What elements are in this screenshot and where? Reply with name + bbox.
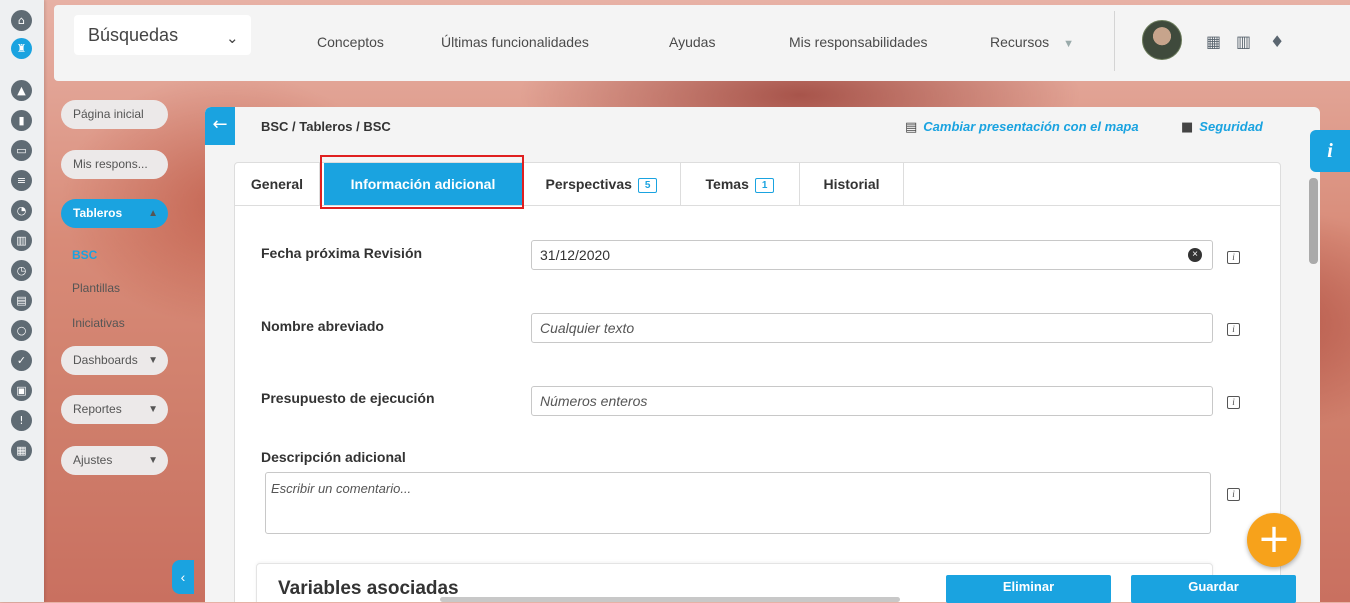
divider bbox=[1114, 11, 1115, 71]
info-icon[interactable]: i bbox=[1227, 488, 1240, 501]
sidebar-item-dashboards[interactable]: Dashboards ▼ bbox=[61, 346, 168, 375]
presupuesto-field[interactable]: Números enteros bbox=[531, 386, 1213, 416]
sidebar-sub-iniciativas[interactable]: Iniciativas bbox=[72, 316, 125, 330]
check-icon[interactable]: ✓ bbox=[11, 350, 32, 371]
sidebar-item-label: Página inicial bbox=[73, 107, 144, 121]
calendar-icon[interactable]: ▦ bbox=[11, 440, 32, 461]
caret-down-icon: ▼ bbox=[148, 404, 158, 415]
info-panel-toggle[interactable]: i bbox=[1310, 130, 1350, 172]
search-dropdown[interactable]: Búsquedas bbox=[74, 15, 251, 55]
tab-general[interactable]: General bbox=[235, 163, 320, 205]
info-icon[interactable]: i bbox=[1227, 251, 1240, 264]
briefcase-icon[interactable]: ▣ bbox=[11, 380, 32, 401]
nombre-label: Nombre abreviado bbox=[261, 318, 384, 334]
count-badge: 1 bbox=[754, 178, 775, 193]
sidebar-item-label: Mis respons... bbox=[73, 157, 148, 171]
fecha-field[interactable]: 31/12/2020 × bbox=[531, 240, 1213, 270]
nav-conceptos[interactable]: Conceptos bbox=[317, 34, 384, 50]
books-icon[interactable]: ▥ bbox=[11, 230, 32, 251]
search-label: Búsquedas bbox=[88, 25, 179, 45]
sidebar-item-label: Dashboards bbox=[73, 353, 138, 367]
sidebar-item-reportes[interactable]: Reportes ▼ bbox=[61, 395, 168, 424]
scrollbar-thumb[interactable] bbox=[1309, 178, 1318, 264]
castle-icon[interactable]: ♜ bbox=[11, 38, 32, 59]
document-icon[interactable]: ▤ bbox=[11, 290, 32, 311]
books-icon[interactable]: ▥ bbox=[1236, 32, 1251, 51]
nav-recursos-label: Recursos bbox=[990, 34, 1050, 50]
tab-label: Perspectivas bbox=[545, 176, 632, 192]
tab-perspectivas[interactable]: Perspectivas 5 bbox=[523, 163, 681, 205]
sidebar-item-label: Tableros bbox=[73, 206, 123, 220]
lock-icon: ■ bbox=[1181, 120, 1194, 135]
highlight-box bbox=[320, 155, 524, 209]
security-link[interactable]: ■ Seguridad bbox=[1181, 119, 1263, 135]
collapse-sidebar-button[interactable]: ‹ bbox=[172, 560, 194, 594]
avatar[interactable] bbox=[1142, 20, 1182, 60]
tab-historial[interactable]: Historial bbox=[800, 163, 904, 205]
monitor-icon[interactable]: ▭ bbox=[11, 140, 32, 161]
info-icon[interactable]: i bbox=[1227, 396, 1240, 409]
map-presentation-label: Cambiar presentación con el mapa bbox=[923, 119, 1139, 134]
horizontal-scrollbar[interactable] bbox=[440, 597, 900, 602]
fecha-value: 31/12/2020 bbox=[540, 247, 611, 263]
sidebar-item-label: Reportes bbox=[73, 402, 122, 416]
security-label: Seguridad bbox=[1199, 119, 1263, 134]
nombre-field[interactable]: Cualquier texto bbox=[531, 313, 1213, 343]
icon-sidebar: ⌂ ♜ ▲ ▮ ▭ ≡ ◔ ▥ ◷ ▤ ○ ✓ ▣ ! ▦ bbox=[0, 0, 44, 602]
nav-mis-responsabilidades[interactable]: Mis responsabilidades bbox=[789, 34, 928, 50]
sidebar-item-tableros[interactable]: Tableros ▲ bbox=[61, 199, 168, 228]
nav-recursos[interactable]: Recursos ▼ bbox=[990, 34, 1074, 50]
breadcrumb: BSC / Tableros / BSC bbox=[261, 119, 391, 134]
sidebar-sub-plantillas[interactable]: Plantillas bbox=[72, 281, 120, 295]
descripcion-textarea[interactable]: Escribir un comentario... bbox=[265, 472, 1211, 534]
caret-down-icon: ▼ bbox=[148, 455, 158, 466]
clear-icon[interactable]: × bbox=[1188, 248, 1202, 262]
triangle-icon[interactable]: ▲ bbox=[11, 80, 32, 101]
info-icon[interactable]: i bbox=[1227, 323, 1240, 336]
caret-down-icon: ▼ bbox=[1063, 38, 1075, 50]
eliminar-button[interactable]: Eliminar bbox=[946, 575, 1111, 603]
pie-chart-icon[interactable]: ◔ bbox=[11, 200, 32, 221]
caret-down-icon: ▼ bbox=[148, 355, 158, 366]
caret-up-icon: ▲ bbox=[148, 208, 158, 219]
sidebar-item-mis-responsabilidades[interactable]: Mis respons... bbox=[61, 150, 168, 179]
sidebar-sub-bsc[interactable]: BSC bbox=[72, 248, 97, 262]
top-bar: Búsquedas ⌄ Conceptos Últimas funcionali… bbox=[54, 5, 1350, 81]
variables-title: Variables asociadas bbox=[278, 578, 459, 599]
nav-ayudas[interactable]: Ayudas bbox=[669, 34, 715, 50]
document-list-icon: ▤ bbox=[905, 120, 918, 135]
back-arrow-icon[interactable]: ← bbox=[205, 107, 235, 145]
sidebar-item-pagina-inicial[interactable]: Página inicial bbox=[61, 100, 168, 129]
nav-ultimas-funcionalidades[interactable]: Últimas funcionalidades bbox=[441, 34, 589, 50]
bar-chart-icon[interactable]: ▮ bbox=[11, 110, 32, 131]
menu-icon[interactable]: ≡ bbox=[11, 170, 32, 191]
tab-temas[interactable]: Temas 1 bbox=[681, 163, 800, 205]
chevron-down-icon[interactable]: ⌄ bbox=[226, 29, 239, 47]
presupuesto-label: Presupuesto de ejecución bbox=[261, 390, 435, 406]
map-presentation-link[interactable]: ▤ Cambiar presentación con el mapa bbox=[905, 119, 1139, 135]
warning-icon[interactable]: ! bbox=[11, 410, 32, 431]
bell-icon[interactable]: ♦ bbox=[1270, 32, 1284, 51]
tab-label: Temas bbox=[705, 176, 749, 192]
calendar-icon[interactable]: ▦ bbox=[1206, 32, 1221, 51]
guardar-button[interactable]: Guardar bbox=[1131, 575, 1296, 603]
clock-icon[interactable]: ◷ bbox=[11, 260, 32, 281]
form-card: General Información adicional Perspectiv… bbox=[234, 162, 1281, 602]
add-fab-button[interactable]: + bbox=[1247, 513, 1301, 567]
cycle-icon[interactable]: ○ bbox=[11, 320, 32, 341]
sidebar-item-ajustes[interactable]: Ajustes ▼ bbox=[61, 446, 168, 475]
count-badge: 5 bbox=[637, 178, 658, 193]
fecha-label: Fecha próxima Revisión bbox=[261, 245, 423, 261]
home-icon[interactable]: ⌂ bbox=[11, 10, 32, 31]
sidebar-item-label: Ajustes bbox=[73, 453, 113, 467]
descripcion-label: Descripción adicional bbox=[261, 449, 406, 465]
